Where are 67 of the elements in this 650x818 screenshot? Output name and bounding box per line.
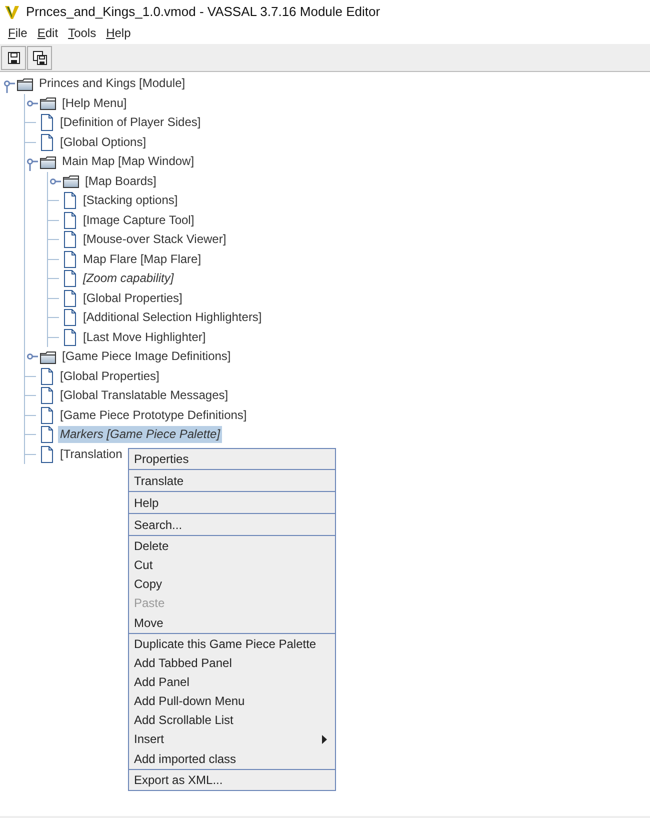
submenu-arrow-icon (322, 735, 327, 744)
menu-item[interactable]: Search... (129, 515, 335, 536)
tree-node-label[interactable]: [Definition of Player Sides] (58, 114, 203, 132)
document-icon (63, 328, 77, 346)
tree-node-label[interactable]: [Map Boards] (83, 172, 158, 190)
menu-item[interactable]: Add Pull-down Menu (129, 692, 335, 711)
tree-node-label[interactable]: [Global Translatable Messages] (58, 387, 230, 404)
tree-node-label[interactable]: Princes and Kings [Module] (37, 75, 188, 92)
app-logo-icon (4, 4, 20, 20)
tree-node-label[interactable]: [Game Piece Image Definitions] (60, 348, 233, 366)
folder-icon (40, 350, 56, 364)
document-icon (63, 270, 77, 288)
tree-node-label[interactable]: [Last Move Highlighter] (81, 328, 208, 346)
save-all-button[interactable] (27, 46, 52, 70)
document-icon (40, 368, 54, 385)
document-icon (63, 309, 77, 326)
folder-icon (40, 96, 56, 110)
menu-item[interactable]: Export as XML... (129, 771, 335, 790)
tree-node-label[interactable]: [Global Options] (58, 134, 148, 151)
menu-item[interactable]: Properties (129, 449, 335, 470)
tree-node-label[interactable]: [Game Piece Prototype Definitions] (58, 406, 249, 424)
save-icon (6, 51, 20, 65)
document-icon (40, 446, 54, 463)
menu-item[interactable]: Move (129, 613, 335, 634)
document-icon (63, 231, 77, 248)
tree-node-label[interactable]: [Mouse-over Stack Viewer] (81, 231, 228, 248)
tree-node-label[interactable]: [Stacking options] (81, 192, 180, 210)
tree-node-label[interactable]: [Zoom capability] (81, 270, 176, 288)
document-icon (40, 426, 54, 444)
document-icon (40, 134, 54, 151)
menu-item[interactable]: Insert (129, 730, 335, 749)
menu-item[interactable]: Tools (64, 23, 100, 44)
folder-icon (63, 174, 79, 188)
menu-item[interactable]: Edit (33, 23, 62, 44)
menu-item[interactable]: Help (102, 23, 135, 44)
menu-item[interactable]: Cut (129, 556, 335, 575)
folder-icon (40, 154, 56, 169)
tree-node-label[interactable]: [Help Menu] (60, 94, 129, 112)
menu-item[interactable]: Delete (129, 537, 335, 556)
tree-node-label[interactable]: Markers [Game Piece Palette] (58, 426, 222, 444)
menu-item[interactable]: Help (129, 493, 335, 514)
document-icon (63, 250, 77, 268)
document-icon (63, 192, 77, 210)
tree-node-label[interactable]: Main Map [Map Window] (60, 153, 196, 170)
menu-item[interactable]: File (4, 23, 32, 44)
tree-node-label[interactable]: [Global Properties] (81, 290, 184, 307)
save-button[interactable] (1, 46, 26, 70)
folder-icon (17, 76, 33, 91)
tree-node-label[interactable]: [Image Capture Tool] (81, 212, 196, 229)
menu-item[interactable]: Duplicate this Game Piece Palette (129, 635, 335, 654)
tree-node-label[interactable]: Map Flare [Map Flare] (81, 250, 204, 268)
tree-node-label[interactable]: [Global Properties] (58, 368, 162, 385)
save-all-icon (32, 51, 46, 65)
menu-item[interactable]: Add Tabbed Panel (129, 654, 335, 673)
menu-item[interactable]: Add Panel (129, 673, 335, 692)
window-title: Prnces_and_Kings_1.0.vmod - VASSAL 3.7.16 Module Editor (26, 2, 380, 21)
menu-item[interactable]: Add imported class (129, 749, 335, 770)
document-icon (63, 290, 77, 307)
document-icon (40, 406, 54, 424)
tree-node-label[interactable]: [Translation (58, 446, 124, 463)
document-icon (63, 212, 77, 229)
menu-item[interactable]: Copy (129, 575, 335, 594)
menu-item[interactable]: Translate (129, 471, 335, 492)
tree-node-label[interactable]: [Additional Selection Highlighters] (81, 309, 264, 326)
menu-item[interactable]: Add Scrollable List (129, 711, 335, 730)
document-icon (40, 114, 54, 132)
document-icon (40, 387, 54, 404)
